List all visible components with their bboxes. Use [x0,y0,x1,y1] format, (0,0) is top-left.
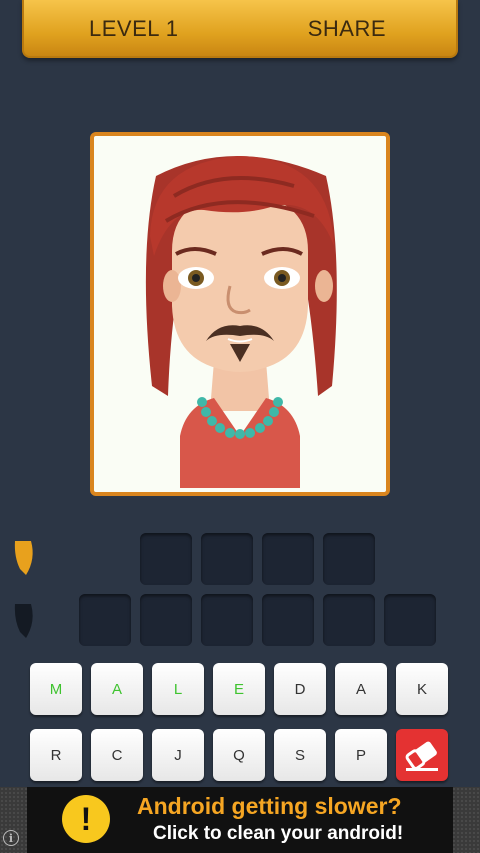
answer-slot[interactable] [323,533,375,585]
answer-slot[interactable] [323,594,375,646]
puzzle-image [90,132,390,496]
letter-key[interactable]: R [30,729,82,781]
warning-icon: ! [62,795,110,843]
erase-button[interactable] [396,729,448,781]
answer-slot[interactable] [262,594,314,646]
letter-key[interactable]: D [274,663,326,715]
cartoon-person-icon [145,156,337,488]
letter-key[interactable]: P [335,729,387,781]
answer-slot[interactable] [140,533,192,585]
answer-slot[interactable] [384,594,436,646]
letter-key[interactable]: C [91,729,143,781]
letter-key[interactable]: S [274,729,326,781]
letter-key[interactable]: K [396,663,448,715]
letter-key[interactable]: A [335,663,387,715]
letter-key[interactable]: J [152,729,204,781]
letter-key[interactable]: M [30,663,82,715]
ad-headline: Android getting slower? [137,793,402,819]
hint-bulb-dark-icon[interactable] [12,602,36,640]
letter-key[interactable]: A [91,663,143,715]
letter-key[interactable]: L [152,663,204,715]
answer-slot[interactable] [201,594,253,646]
letter-key[interactable]: E [213,663,265,715]
ad-subline: Click to clean your android! [153,823,404,844]
hint-bulb-icon[interactable] [12,539,36,577]
share-button[interactable]: SHARE [308,16,386,42]
answer-slot[interactable] [140,594,192,646]
answer-slot[interactable] [79,594,131,646]
top-bar: LEVEL 1 SHARE [22,0,458,58]
answer-slot[interactable] [262,533,314,585]
level-button[interactable]: LEVEL 1 [89,16,179,42]
answer-slot[interactable] [201,533,253,585]
info-icon[interactable]: i [3,830,19,846]
letter-key[interactable]: Q [213,729,265,781]
ad-banner[interactable]: ! Android getting slower? Click to clean… [27,787,453,853]
eraser-icon [405,741,438,771]
